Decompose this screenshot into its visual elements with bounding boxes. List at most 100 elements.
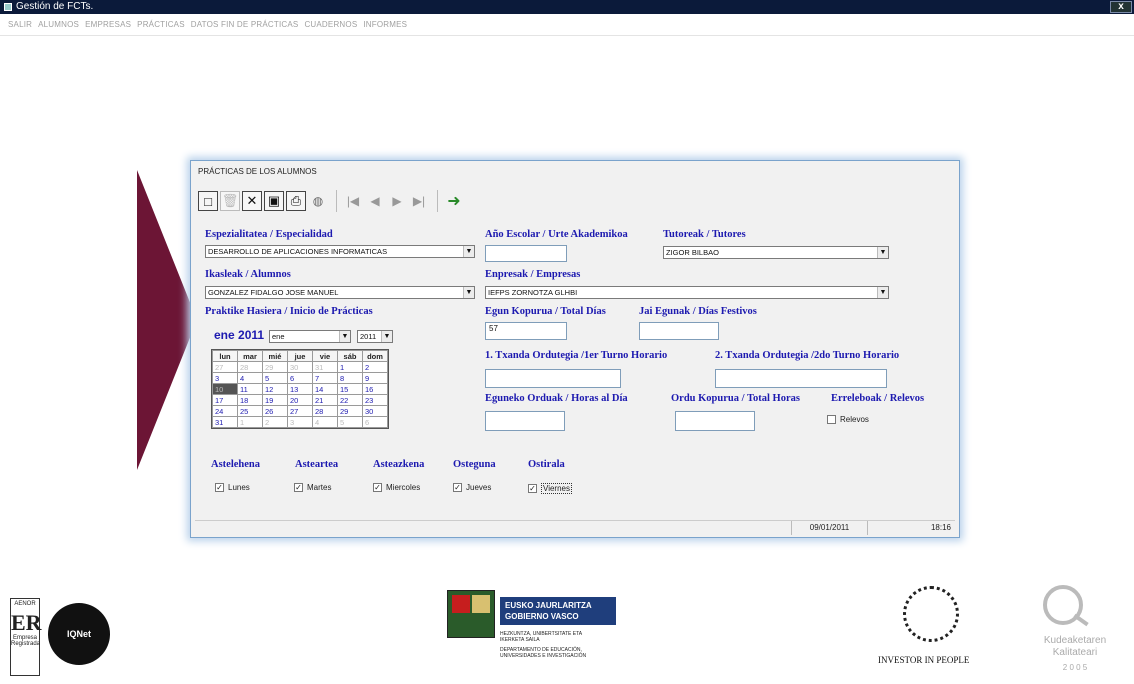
exit-door-icon[interactable]: ➜ (444, 191, 464, 211)
calendar-month-select[interactable]: ene ▼ (269, 330, 351, 343)
find-binoculars-icon[interactable]: ◍ (308, 191, 328, 211)
calendar-day[interactable]: 30 (287, 361, 313, 373)
calendar-day[interactable]: 31 (212, 416, 238, 428)
day-heading-miercoles: Asteazkena (373, 459, 425, 470)
calendar-day[interactable]: 23 (362, 394, 388, 406)
calendar-day[interactable]: 29 (262, 361, 288, 373)
new-doc-icon[interactable]: □ (198, 191, 218, 211)
calendar-day[interactable]: 3 (287, 416, 313, 428)
weekday-header: lun (212, 350, 238, 362)
first-record-icon[interactable]: |◀ (343, 191, 363, 211)
calendar-day[interactable]: 31 (312, 361, 338, 373)
calendar-day[interactable]: 11 (237, 383, 263, 395)
calendar-day[interactable]: 5 (337, 416, 363, 428)
calendar-day[interactable]: 27 (287, 405, 313, 417)
app-title: Gestión de FCTs. (16, 1, 94, 12)
calendar-day[interactable]: 1 (337, 361, 363, 373)
basque-crest-icon (447, 590, 495, 638)
calendar-day[interactable]: 5 (262, 372, 288, 384)
menu-cuadernos[interactable]: CUADERNOS (304, 14, 357, 35)
aenor-sub: Empresa Registrada (11, 635, 41, 647)
calendar-day[interactable]: 30 (362, 405, 388, 417)
cancel-x-icon[interactable]: ✕ (242, 191, 262, 211)
calendar-day-selected[interactable]: 10 (212, 383, 238, 395)
calendar-day[interactable]: 4 (312, 416, 338, 428)
menu-informes[interactable]: INFORMES (363, 14, 407, 35)
calendar-day[interactable]: 14 (312, 383, 338, 395)
calendar-day[interactable]: 12 (262, 383, 288, 395)
anio-input[interactable] (485, 245, 567, 262)
calendar-day[interactable]: 21 (312, 394, 338, 406)
calendar-day[interactable]: 24 (212, 405, 238, 417)
jueves-checkbox[interactable]: ✓ Jueves (453, 483, 491, 492)
empresas-label: Enpresak / Empresas (485, 269, 581, 280)
print-icon[interactable]: ⎙ (286, 191, 306, 211)
alumnos-select[interactable]: GONZALEZ FIDALGO JOSE MANUEL ▼ (205, 286, 475, 299)
menu-alumnos[interactable]: ALUMNOS (38, 14, 79, 35)
menu-empresas[interactable]: EMPRESAS (85, 14, 131, 35)
martes-checkbox[interactable]: ✓ Martes (294, 483, 331, 492)
app-icon (4, 3, 12, 11)
weekday-header: jue (287, 350, 313, 362)
horas-dia-input[interactable] (485, 411, 565, 431)
calendar-day[interactable]: 20 (287, 394, 313, 406)
toolbar-separator (336, 190, 337, 212)
turno2-input[interactable] (715, 369, 887, 388)
calendar-day[interactable]: 7 (312, 372, 338, 384)
calendar-day[interactable]: 2 (362, 361, 388, 373)
calendar-day[interactable]: 29 (337, 405, 363, 417)
check-mark-icon: ✓ (373, 483, 382, 492)
festivos-input[interactable] (639, 322, 719, 340)
menu-practicas[interactable]: PRÁCTICAS (137, 14, 185, 35)
menu-datos-fin[interactable]: DATOS FIN DE PRÁCTICAS (191, 14, 299, 35)
last-record-icon[interactable]: ▶| (409, 191, 429, 211)
chevron-down-icon: ▼ (463, 287, 474, 298)
lunes-checkbox[interactable]: ✓ Lunes (215, 483, 250, 492)
calendar-day[interactable]: 1 (237, 416, 263, 428)
prev-record-icon[interactable]: ◀ (365, 191, 385, 211)
investor-in-people-logo: INVESTOR IN PEOPLE (878, 655, 970, 665)
calendar-day[interactable]: 16 (362, 383, 388, 395)
relevos-checkbox[interactable]: Relevos (827, 415, 869, 424)
calendar-day[interactable]: 2 (262, 416, 288, 428)
calendar-day[interactable]: 19 (262, 394, 288, 406)
calendar-day[interactable]: 6 (287, 372, 313, 384)
miercoles-checkbox[interactable]: ✓ Miercoles (373, 483, 420, 492)
close-button[interactable]: x (1110, 1, 1132, 13)
kq-line3: 2 0 0 5 (1062, 663, 1088, 672)
eusko-jaurlaritza-logo: EUSKO JAURLARITZA GOBIERNO VASCO (500, 597, 616, 625)
calendar-day[interactable]: 27 (212, 361, 238, 373)
save-disk-icon[interactable]: ▣ (264, 191, 284, 211)
calendar-day[interactable]: 4 (237, 372, 263, 384)
calendar-day[interactable]: 28 (237, 361, 263, 373)
start-date-calendar[interactable]: ene 2011 ene ▼ 2011 ▼ lun mar mié jue vi… (211, 328, 394, 446)
calendar-year-value: 2011 (360, 332, 377, 341)
next-record-icon[interactable]: ▶ (387, 191, 407, 211)
calendar-day[interactable]: 25 (237, 405, 263, 417)
calendar-day[interactable]: 8 (337, 372, 363, 384)
checkbox-box (827, 415, 836, 424)
turno1-input[interactable] (485, 369, 621, 388)
calendar-day[interactable]: 3 (212, 372, 238, 384)
calendar-day[interactable]: 15 (337, 383, 363, 395)
calendar-day[interactable]: 17 (212, 394, 238, 406)
calendar-day[interactable]: 13 (287, 383, 313, 395)
calendar-day[interactable]: 22 (337, 394, 363, 406)
empresas-select[interactable]: IEFPS ZORNOTZA GLHBI ▼ (485, 286, 889, 299)
especialidad-select[interactable]: DESARROLLO DE APLICACIONES INFORMATICAS … (205, 245, 475, 258)
menu-salir[interactable]: SALIR (8, 14, 32, 35)
calendar-month-label: ene (214, 328, 235, 342)
calendar-grid: lun mar mié jue vie sáb dom 27 28 29 30 … (211, 349, 389, 429)
calendar-day[interactable]: 18 (237, 394, 263, 406)
calendar-day[interactable]: 28 (312, 405, 338, 417)
calendar-year-select[interactable]: 2011 ▼ (357, 330, 393, 343)
viernes-checkbox[interactable]: ✓ Viernes (528, 483, 572, 494)
calendar-day[interactable]: 9 (362, 372, 388, 384)
delete-icon[interactable]: 🗑 (220, 191, 240, 211)
day-heading-martes: Asteartea (295, 459, 339, 470)
tutores-select[interactable]: ZIGOR BILBAO ▼ (663, 246, 889, 259)
total-dias-input[interactable]: 57 (485, 322, 567, 340)
total-horas-input[interactable] (675, 411, 755, 431)
calendar-day[interactable]: 26 (262, 405, 288, 417)
calendar-day[interactable]: 6 (362, 416, 388, 428)
